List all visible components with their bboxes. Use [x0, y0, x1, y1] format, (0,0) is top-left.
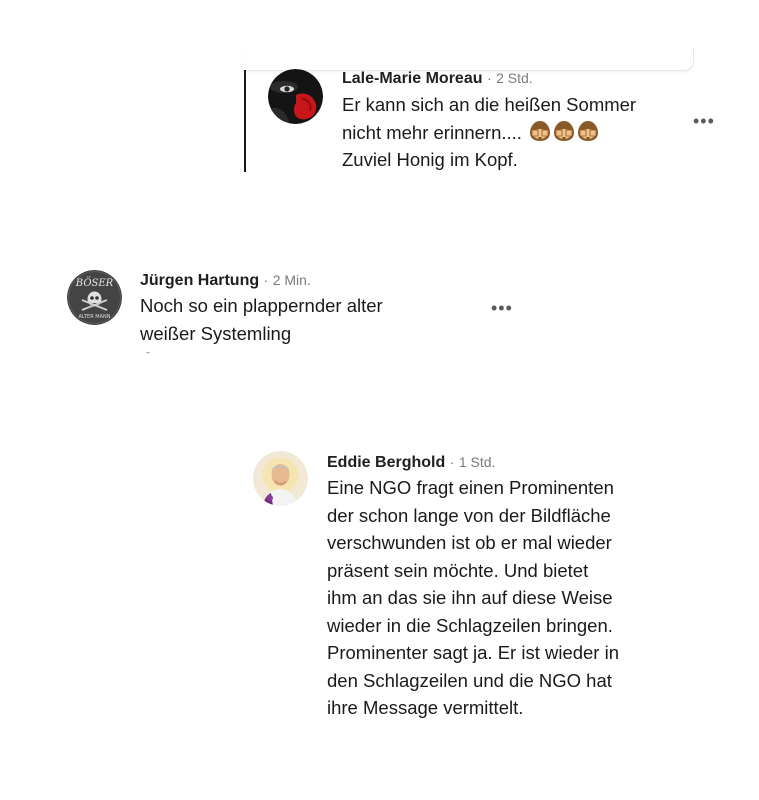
comment-text: Noch so ein plappernder alter weißer Sys… [140, 292, 383, 347]
timestamp[interactable]: 1 Std. [459, 454, 496, 470]
comment-header: Eddie Berghold · 1 Std. [327, 454, 495, 472]
comment-line: Eine NGO fragt einen Prominenten [327, 477, 614, 498]
comment-line: Noch so ein plappernder alter [140, 295, 383, 316]
avatar[interactable]: BÖSER ALTER MANN [67, 270, 122, 325]
more-options-icon[interactable]: ••• [693, 112, 715, 130]
comment-line: ihre Message vermittelt. [327, 697, 524, 718]
avatar[interactable] [253, 451, 308, 506]
comment-line: präsent sein möchte. Und bietet [327, 559, 589, 581]
avatar-logo-text-bottom: ALTER MANN [78, 314, 110, 320]
timestamp[interactable]: 2 Min. [273, 272, 311, 288]
reply-thread-line [244, 70, 246, 172]
avatar[interactable] [268, 69, 323, 124]
comment-line: ihm an das sie ihn auf diese Weise [327, 587, 613, 608]
more-options-icon[interactable]: ••• [491, 299, 513, 317]
see-no-evil-monkey-emoji-icon [530, 120, 599, 141]
comment-line: wieder in die Schlagzeilen bringen. [327, 614, 613, 636]
comment-header: Lale-Marie Moreau · 2 Std. [342, 70, 533, 88]
comment-line: Er kann sich an die heißen Sommer [342, 94, 637, 115]
author-name[interactable]: Lale-Marie Moreau [342, 70, 482, 87]
comment-line: den Schlagzeilen und die NGO hat [327, 669, 612, 691]
timestamp[interactable]: 2 Std. [496, 70, 533, 86]
author-name[interactable]: Eddie Berghold [327, 454, 445, 471]
comment-line: Prominenter sagt ja. Er ist wieder in [327, 642, 620, 663]
comment-header: Jürgen Hartung · 2 Min. [140, 272, 311, 290]
meta-separator: · [263, 272, 269, 288]
previous-card-edge [243, 48, 694, 71]
meta-separator: · [449, 454, 455, 470]
cut-off-glyph [146, 352, 150, 356]
author-name[interactable]: Jürgen Hartung [140, 272, 259, 289]
comment-line: weißer Systemling [140, 322, 292, 344]
comment-line: der schon lange von der Bildfläche [327, 504, 611, 526]
comment-text: Er kann sich an die heißen Sommer nicht … [342, 91, 636, 174]
avatar-logo-text-top: BÖSER [75, 277, 114, 289]
comment-line: verschwunden ist ob er mal wieder [327, 532, 612, 553]
comment-line: nicht mehr erinnern.... [342, 121, 522, 143]
comment-line-with-emoji: nicht mehr erinnern.... [342, 119, 636, 147]
comment-text: Eine NGO fragt einen Prominenten der sch… [327, 474, 619, 722]
comment-line: Zuviel Honig im Kopf. [342, 149, 518, 170]
meta-separator: · [486, 70, 492, 86]
